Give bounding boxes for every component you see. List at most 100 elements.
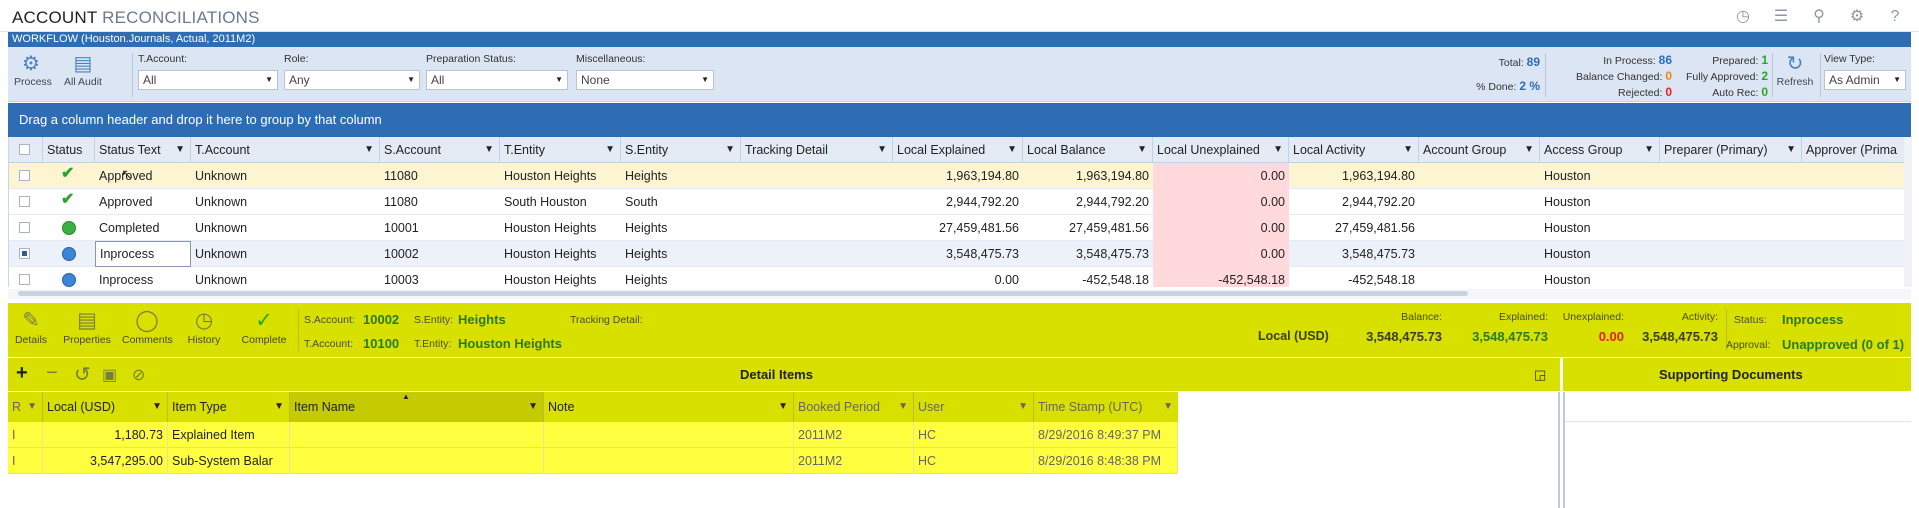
cell-s-entity[interactable]: Heights [621,215,741,241]
col-approver[interactable]: Approver (Prima [1802,137,1911,163]
table-row[interactable]: Inprocess Unknown 10003 Houston Heights Heig… [9,267,1911,287]
properties-button[interactable]: ▤ Properties [62,308,112,346]
cell-account-group[interactable] [1419,215,1540,241]
cell-tracking-detail[interactable] [741,189,893,215]
cell-account-group[interactable] [1419,163,1540,189]
col-local-balance[interactable]: Local Balance ▼ [1023,137,1153,163]
dcell-item-name[interactable] [290,422,544,448]
filter-icon[interactable]: ▼ [1007,137,1017,163]
dcell-local-usd[interactable]: 1,180.73 [43,422,168,448]
cell-local-unexplained[interactable]: 0.00 [1153,241,1289,267]
filter-icon[interactable]: ▼ [152,392,162,422]
group-by-panel[interactable]: Drag a column header and drop it here to… [8,103,1911,137]
filter-icon[interactable]: ▼ [605,137,615,163]
cell-tracking-detail[interactable] [741,267,893,287]
cell-access-group[interactable]: Houston [1540,241,1660,267]
dcol-note[interactable]: Note ▼ [544,392,794,422]
dcol-time-stamp[interactable]: Time Stamp (UTC) ▼ [1034,392,1178,422]
grid-vertical-scrollbar[interactable] [1904,137,1912,287]
cell-local-activity[interactable]: -452,548.18 [1289,267,1419,287]
dcol-booked-period[interactable]: Booked Period ▼ [794,392,914,422]
cell-local-balance[interactable]: 3,548,475.73 [1023,241,1153,267]
cell-local-unexplained[interactable]: -452,548.18 [1153,267,1289,287]
cell-account-group[interactable] [1419,189,1540,215]
dcell-r[interactable]: I [8,448,43,474]
cell-s-account[interactable]: 10003 [380,267,500,287]
row-checkbox[interactable] [19,248,30,259]
dcol-user[interactable]: User ▼ [914,392,1034,422]
filter-icon[interactable]: ▼ [274,392,284,422]
cell-status-text[interactable]: Approved [95,189,191,215]
col-t-entity[interactable]: T.Entity ▼ [500,137,621,163]
expand-icon[interactable]: ◲ [1534,367,1546,383]
cell-s-entity[interactable]: South [621,189,741,215]
col-tracking-detail[interactable]: Tracking Detail ▼ [741,137,893,163]
filter-icon[interactable]: ▼ [1273,137,1283,163]
cell-local-unexplained[interactable]: 0.00 [1153,215,1289,241]
cell-t-account[interactable]: Unknown [191,163,380,189]
cell-local-balance[interactable]: 1,963,194.80 [1023,163,1153,189]
undo-icon[interactable]: ↺ [74,362,91,387]
dcell-user[interactable]: HC [914,422,1034,448]
cell-local-unexplained[interactable]: 0.00 [1153,189,1289,215]
clear-filter-icon[interactable]: ⊘ [132,365,145,385]
list-item[interactable]: I 3,547,295.00 Sub-System Balar 2011M2 HC 8/2… [8,448,1178,474]
filter-icon[interactable]: ▼ [27,392,37,422]
col-s-entity[interactable]: S.Entity ▼ [621,137,741,163]
gear-icon[interactable]: ⚙ [1847,7,1867,27]
filter-icon[interactable]: ▼ [1786,137,1796,163]
filter-icon[interactable]: ▼ [1163,392,1173,422]
role-select[interactable]: Any [284,70,420,90]
cell-access-group[interactable]: Houston [1540,267,1660,287]
cell-s-entity[interactable]: Heights [621,241,741,267]
dcell-time-stamp[interactable]: 8/29/2016 8:49:37 PM [1034,422,1178,448]
list-item[interactable]: I 1,180.73 Explained Item 2011M2 HC 8/29/2016… [8,422,1178,448]
cell-t-account[interactable]: Unknown [191,215,380,241]
dcell-time-stamp[interactable]: 8/29/2016 8:48:38 PM [1034,448,1178,474]
col-preparer[interactable]: Preparer (Primary) ▼ [1660,137,1802,163]
filter-icon[interactable]: ▼ [1137,137,1147,163]
dcell-booked-period[interactable]: 2011M2 [794,422,914,448]
complete-button[interactable]: ✓ Complete [238,308,290,346]
cell-s-account[interactable]: 10001 [380,215,500,241]
list-icon[interactable]: ☰ [1771,7,1791,27]
dcell-note[interactable] [544,448,794,474]
refresh-button[interactable]: ↻ Refresh [1774,52,1816,88]
cell-t-entity[interactable]: South Houston [500,189,621,215]
user-icon[interactable]: ⚲ [1809,7,1829,27]
filter-icon[interactable]: ▼ [877,137,887,163]
cell-t-account[interactable]: Unknown [191,241,380,267]
cell-s-entity[interactable]: Heights [621,163,741,189]
cell-access-group[interactable]: Houston [1540,215,1660,241]
filter-icon[interactable]: ▼ [364,137,374,163]
cell-local-unexplained[interactable]: 0.00 [1153,163,1289,189]
cell-status-text[interactable]: Inprocess [95,267,191,287]
cell-t-entity[interactable]: Houston Heights [500,163,621,189]
view-type-select[interactable]: As Admin [1824,70,1906,90]
col-access-group[interactable]: Access Group ▼ [1540,137,1660,163]
cell-account-group[interactable] [1419,241,1540,267]
all-audit-button[interactable]: ▤ All Audit [60,52,106,88]
select-all-header[interactable] [9,137,43,163]
cell-local-activity[interactable]: 1,963,194.80 [1289,163,1419,189]
dcell-local-usd[interactable]: 3,547,295.00 [43,448,168,474]
table-row[interactable]: Inprocess Unknown 10002 Houston Heights Heig… [9,241,1911,267]
dcell-r[interactable]: I [8,422,43,448]
miscellaneous-select[interactable]: None [576,70,714,90]
dcell-item-name[interactable] [290,448,544,474]
cell-local-activity[interactable]: 3,548,475.73 [1289,241,1419,267]
process-button[interactable]: ⚙ Process [14,52,52,88]
col-status[interactable]: Status [43,137,95,163]
row-checkbox[interactable] [19,222,30,233]
cell-access-group[interactable]: Houston [1540,163,1660,189]
row-checkbox[interactable] [19,196,30,207]
cell-t-account[interactable]: Unknown [191,267,380,287]
filter-icon[interactable]: ▼ [1018,392,1028,422]
cell-local-activity[interactable]: 2,944,792.20 [1289,189,1419,215]
filter-icon[interactable]: ▼ [175,137,185,163]
cell-s-account[interactable]: 11080 [380,163,500,189]
row-checkbox[interactable] [19,170,30,181]
cell-local-explained[interactable]: 2,944,792.20 [893,189,1023,215]
dcell-note[interactable] [544,422,794,448]
filter-icon[interactable]: ▼ [1524,137,1534,163]
